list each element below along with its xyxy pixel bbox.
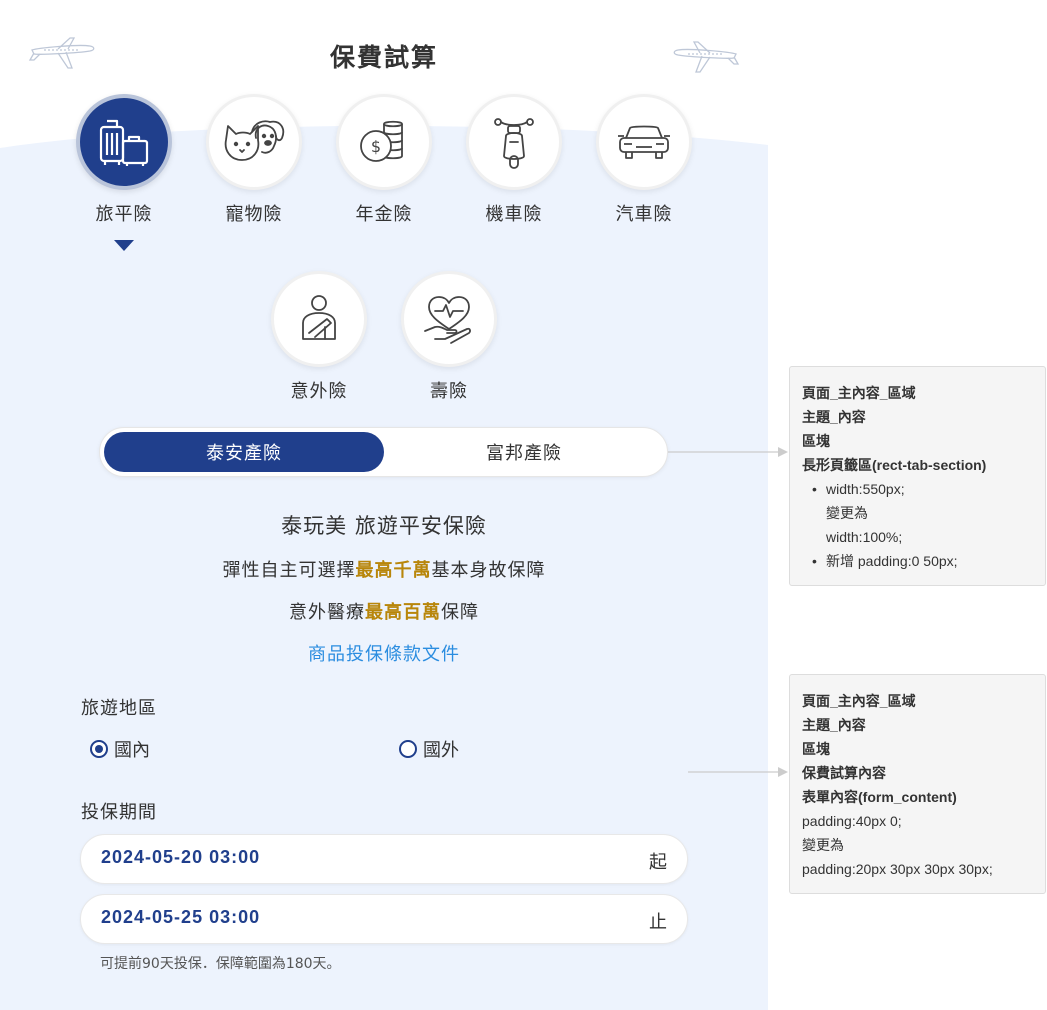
radio-unchecked-icon[interactable] [399, 740, 417, 758]
radio-label: 國外 [423, 740, 459, 761]
category-label: 旅平險 [95, 204, 153, 225]
radio-domestic[interactable]: 國內 [90, 736, 150, 762]
feature-highlight: 最高千萬 [355, 560, 432, 581]
category-life[interactable]: 壽險 [394, 271, 504, 403]
annotation-line: 變更為 [802, 837, 844, 853]
svg-text:$: $ [371, 137, 381, 156]
annotation-path: 主題_內容 [802, 409, 866, 425]
page-title: 保費試算 [329, 43, 438, 72]
annotation-list: width:550px; 變更為 width:100%; 新增 padding:… [802, 477, 1033, 573]
category-car-circle[interactable] [596, 94, 692, 190]
period-label: 投保期間 [81, 802, 157, 823]
annotation-path: 主題_內容 [802, 717, 866, 733]
annotation-title: 表單內容(form_content) [802, 789, 957, 805]
category-life-circle[interactable] [401, 271, 497, 367]
annotation-path: 區塊 [802, 433, 830, 449]
radio-checked-icon[interactable] [90, 740, 108, 758]
end-date-field[interactable]: 2024-05-25 03:00 止 [80, 894, 688, 944]
category-pet-circle[interactable] [206, 94, 302, 190]
category-accident[interactable]: 意外險 [264, 271, 374, 403]
end-date-value: 2024-05-25 03:00 [101, 907, 261, 927]
end-suffix: 止 [649, 912, 667, 933]
category-scooter-circle[interactable] [466, 94, 562, 190]
feature-text: 基本身故保障 [431, 560, 546, 581]
category-travel[interactable]: 旅平險 [69, 94, 179, 251]
feature-text: 保障 [441, 602, 479, 623]
annotation-path: 區塊 [802, 741, 830, 757]
category-label: 汽車險 [615, 204, 673, 225]
coins-icon: $ [360, 120, 403, 162]
category-car[interactable]: 汽車險 [589, 94, 699, 226]
category-label: 機車險 [485, 204, 543, 225]
category-pet[interactable]: 寵物險 [199, 94, 309, 226]
category-label: 意外險 [290, 381, 348, 402]
luggage-icon [99, 119, 149, 166]
car-icon [618, 125, 670, 159]
annotation-line: padding:40px 0; [802, 813, 902, 829]
product-name: 泰玩美 旅遊平安保險 [281, 514, 487, 538]
annotation-line: padding:20px 30px 30px 30px; [802, 861, 993, 877]
annotation-bullet: 新增 padding:0 50px; [802, 549, 1033, 573]
feature-text: 彈性自主可選擇 [222, 560, 356, 581]
pet-icon [224, 120, 285, 161]
annotation-line: 新增 padding:0 50px; [826, 553, 958, 569]
category-travel-circle[interactable] [76, 94, 172, 190]
rect-tab-section: 泰安產險 富邦產險 [99, 427, 668, 477]
annotation-line: width:550px; [826, 481, 905, 497]
start-suffix: 起 [649, 852, 667, 873]
category-scooter[interactable]: 機車險 [459, 94, 569, 226]
product-feature-1: 彈性自主可選擇最高千萬基本身故保障 [0, 556, 768, 582]
annotation-path: 保費試算內容 [802, 765, 886, 781]
product-feature-2: 意外醫療最高百萬保障 [0, 598, 768, 624]
radio-label: 國內 [114, 740, 150, 761]
feature-text: 意外醫療 [289, 602, 365, 623]
annotation-form-content: 頁面_主內容_區域 主題_內容 區塊 保費試算內容 表單內容(form_cont… [789, 674, 1046, 894]
policy-terms-link[interactable]: 商品投保條款文件 [0, 640, 768, 666]
annotation-arrow [668, 447, 788, 457]
injured-person-icon [302, 295, 336, 340]
scooter-icon [494, 118, 534, 169]
category-annuity-circle[interactable]: $ [336, 94, 432, 190]
annotation-path: 頁面_主內容_區域 [802, 693, 916, 709]
annotation-path: 頁面_主內容_區域 [802, 385, 916, 401]
start-date-field[interactable]: 2024-05-20 03:00 起 [80, 834, 688, 884]
period-note: 可提前90天投保．保障範圍為180天。 [100, 956, 341, 972]
category-label: 寵物險 [225, 204, 283, 225]
category-label: 壽險 [430, 381, 468, 402]
annotation-arrow [688, 767, 788, 777]
feature-highlight: 最高百萬 [365, 602, 441, 623]
radio-overseas[interactable]: 國外 [399, 736, 459, 762]
category-annuity[interactable]: $ 年金險 [329, 94, 439, 226]
region-label: 旅遊地區 [81, 698, 157, 719]
start-date-value: 2024-05-20 03:00 [101, 847, 261, 867]
annotation-tab-section: 頁面_主內容_區域 主題_內容 區塊 長形頁籤區(rect-tab-sectio… [789, 366, 1046, 586]
tab-taian[interactable]: 泰安產險 [104, 432, 384, 472]
annotation-bullet: width:550px; 變更為 width:100%; [802, 477, 1033, 549]
active-indicator-caret [114, 240, 134, 251]
tab-fubon[interactable]: 富邦產險 [384, 432, 664, 472]
category-accident-circle[interactable] [271, 271, 367, 367]
annotation-line: width:100%; [826, 529, 903, 545]
annotation-title: 長形頁籤區(rect-tab-section) [802, 457, 987, 473]
annotation-line: 變更為 [826, 505, 868, 521]
heart-hand-icon [424, 296, 471, 344]
category-label: 年金險 [355, 204, 413, 225]
